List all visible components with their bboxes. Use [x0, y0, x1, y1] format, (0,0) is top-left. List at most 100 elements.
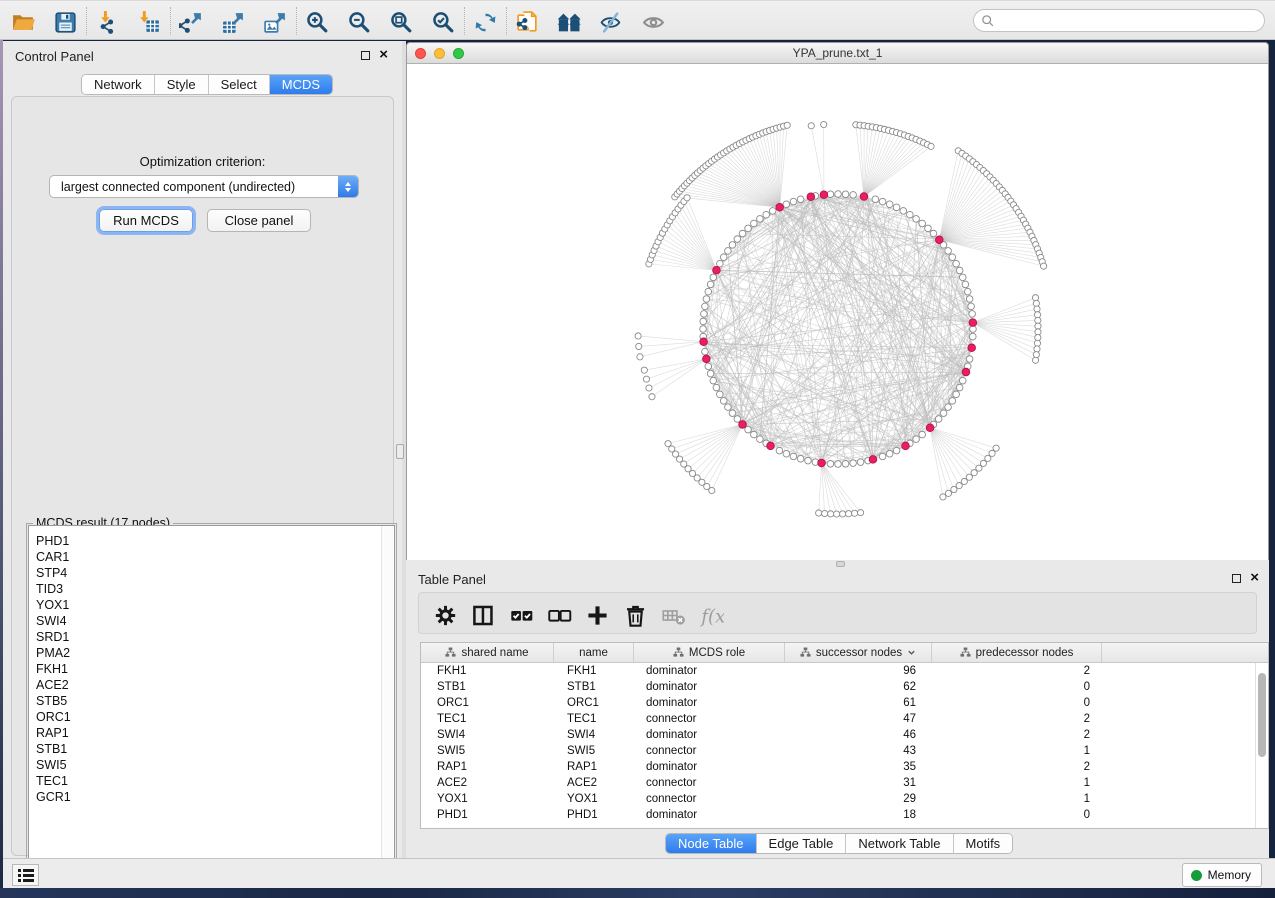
graph-hub-node[interactable]	[926, 424, 934, 432]
graph-satellite-node[interactable]	[821, 121, 827, 127]
graph-satellite-node[interactable]	[808, 123, 814, 129]
graph-satellite-node[interactable]	[989, 450, 995, 456]
network-window-titlebar[interactable]: YPA_prune.txt_1	[407, 43, 1268, 64]
graph-node[interactable]	[700, 318, 707, 325]
mcds-result-item[interactable]: TEC1	[36, 773, 71, 789]
graph-hub-node[interactable]	[935, 236, 943, 244]
panel-splitter-handle[interactable]	[396, 444, 404, 459]
graph-node[interactable]	[751, 431, 758, 438]
graph-satellite-node[interactable]	[1033, 352, 1039, 358]
graph-node[interactable]	[701, 311, 708, 318]
save-button[interactable]	[51, 8, 79, 36]
graph-node[interactable]	[913, 436, 920, 443]
graph-node[interactable]	[700, 326, 707, 333]
graph-satellite-node[interactable]	[951, 486, 957, 492]
close-panel-icon[interactable]: ×	[379, 50, 388, 60]
horizontal-splitter-handle[interactable]	[836, 561, 845, 567]
graph-node[interactable]	[842, 460, 849, 467]
graph-node[interactable]	[969, 333, 976, 340]
close-table-panel-icon[interactable]: ×	[1250, 573, 1259, 583]
graph-satellite-node[interactable]	[840, 511, 846, 517]
graph-satellite-node[interactable]	[940, 494, 946, 500]
graph-node[interactable]	[703, 296, 710, 303]
graph-hub-node[interactable]	[807, 193, 815, 201]
graph-node[interactable]	[827, 191, 834, 198]
graph-node[interactable]	[757, 436, 764, 443]
zoom-in-button[interactable]	[303, 8, 331, 36]
graph-satellite-node[interactable]	[1034, 346, 1040, 352]
graph-node[interactable]	[725, 248, 732, 255]
graph-satellite-node[interactable]	[641, 367, 647, 373]
console-button[interactable]	[12, 864, 39, 886]
graph-node[interactable]	[945, 404, 952, 411]
duplicate-document-button[interactable]	[513, 8, 541, 36]
graph-hub-node[interactable]	[703, 355, 711, 363]
graph-hub-node[interactable]	[860, 193, 868, 201]
graph-node[interactable]	[729, 410, 736, 417]
graph-satellite-node[interactable]	[646, 385, 652, 391]
network-canvas[interactable]	[407, 64, 1268, 560]
graph-node[interactable]	[757, 216, 764, 223]
graph-node[interactable]	[953, 391, 960, 398]
graph-node[interactable]	[797, 196, 804, 203]
graph-node[interactable]	[745, 426, 752, 433]
eye-slash-button[interactable]	[597, 8, 625, 36]
graph-node[interactable]	[919, 431, 926, 438]
tab-style[interactable]: Style	[155, 75, 209, 94]
add-button[interactable]	[583, 601, 611, 629]
graph-node[interactable]	[725, 404, 732, 411]
table-row[interactable]: ORC1ORC1dominator610	[421, 695, 1255, 711]
graph-node[interactable]	[842, 191, 849, 198]
graph-hub-node[interactable]	[818, 459, 826, 467]
graph-satellite-node[interactable]	[1034, 340, 1040, 346]
graph-hub-node[interactable]	[739, 421, 747, 429]
graph-hub-node[interactable]	[969, 319, 977, 327]
select-all-button[interactable]	[507, 601, 535, 629]
mcds-result-item[interactable]: YOX1	[36, 597, 71, 613]
graph-satellite-node[interactable]	[857, 510, 863, 516]
graph-node[interactable]	[790, 198, 797, 205]
zoom-fit-button[interactable]	[387, 8, 415, 36]
graph-satellite-node[interactable]	[1032, 357, 1038, 363]
graph-satellite-node[interactable]	[816, 510, 822, 516]
graph-node[interactable]	[945, 248, 952, 255]
mcds-result-item[interactable]: ORC1	[36, 709, 71, 725]
graph-node[interactable]	[835, 461, 842, 468]
mcds-result-item[interactable]: TID3	[36, 581, 71, 597]
graph-node[interactable]	[717, 391, 724, 398]
export-table-button[interactable]	[219, 8, 247, 36]
graph-node[interactable]	[702, 303, 709, 310]
graph-node[interactable]	[702, 348, 709, 355]
mcds-result-item[interactable]: FKH1	[36, 661, 71, 677]
graph-satellite-node[interactable]	[851, 510, 857, 516]
graph-satellite-node[interactable]	[834, 511, 840, 517]
column-header-name[interactable]: name	[554, 643, 634, 662]
table-row[interactable]: RAP1RAP1dominator352	[421, 759, 1255, 775]
graph-node[interactable]	[962, 281, 969, 288]
graph-node[interactable]	[790, 453, 797, 460]
graph-hub-node[interactable]	[902, 442, 910, 450]
column-header-shared-name[interactable]: shared name	[421, 643, 554, 662]
graph-node[interactable]	[729, 242, 736, 249]
graph-satellite-node[interactable]	[637, 354, 643, 360]
table-scrollbar[interactable]	[1255, 663, 1268, 828]
mcds-list-scrollbar[interactable]	[381, 526, 394, 892]
graph-node[interactable]	[935, 416, 942, 423]
table-row[interactable]: FKH1FKH1dominator962	[421, 663, 1255, 679]
graph-satellite-node[interactable]	[784, 122, 790, 128]
table-row[interactable]: STB1STB1dominator620	[421, 679, 1255, 695]
mcds-result-item[interactable]: SRD1	[36, 629, 71, 645]
graph-node[interactable]	[953, 260, 960, 267]
graph-node[interactable]	[769, 208, 776, 215]
tab-network[interactable]: Network	[82, 75, 155, 94]
deselect-all-button[interactable]	[545, 601, 573, 629]
graph-node[interactable]	[707, 281, 714, 288]
graph-hub-node[interactable]	[776, 203, 784, 211]
graph-node[interactable]	[968, 303, 975, 310]
graph-node[interactable]	[886, 450, 893, 457]
float-panel-icon[interactable]	[361, 51, 370, 60]
graph-hub-node[interactable]	[713, 266, 721, 274]
trash-button[interactable]	[621, 601, 649, 629]
import-table-button[interactable]	[135, 8, 163, 36]
import-network-button[interactable]	[93, 8, 121, 36]
